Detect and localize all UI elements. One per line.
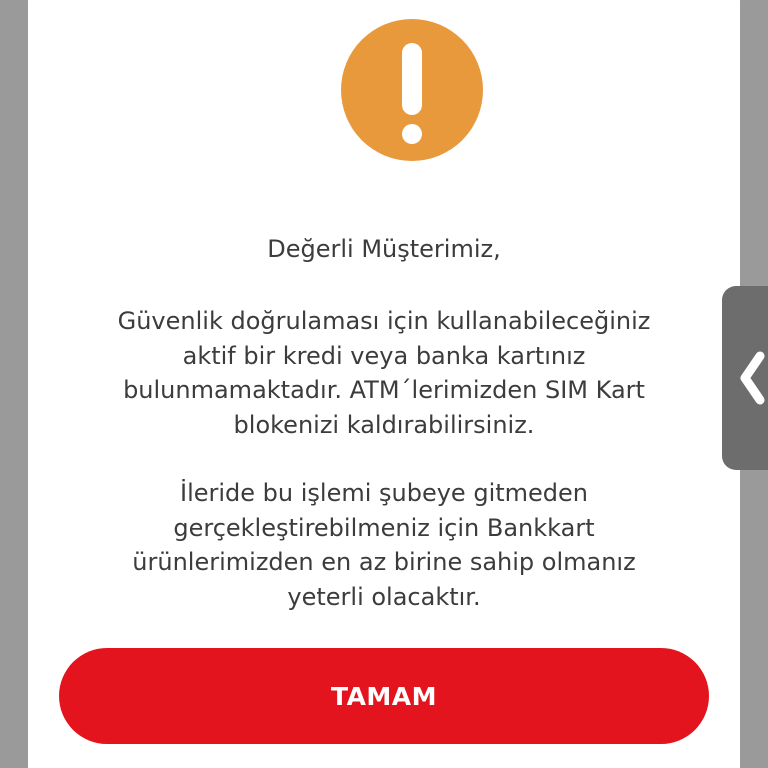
dialog-greeting: Değerli Müşterimiz, [267,235,501,263]
exclamation-dot [402,124,422,144]
paragraph-1-line: Güvenlik doğrulaması için kullanabileceğ… [117,307,651,335]
side-drawer-handle[interactable] [722,286,768,470]
dialog-paragraph-2: İleride bu işlemi şubeye gitmeden gerçek… [60,476,708,614]
dialog-paragraph-1: Güvenlik doğrulaması için kullanabileceğ… [60,304,708,442]
chevron-left-icon [740,351,765,405]
paragraph-1-line: aktif bir kredi veya banka kartınız [182,341,586,370]
paragraph-1-line: bulunmamaktadır. ATM´lerimizden SIM Kart [123,376,645,404]
paragraph-1-line: blokenizi kaldırabilirsiniz. [233,410,535,439]
paragraph-2-line: ürünlerimizden en az birine sahip olmanı… [132,548,636,576]
exclamation-icon [341,19,483,161]
screen: Değerli Müşterimiz, Güvenlik doğrulaması… [0,0,768,768]
exclamation-bar [402,43,422,115]
paragraph-2-line: İleride bu işlemi şubeye gitmeden [179,479,588,507]
paragraph-2-line: gerçekleştirebilmeniz için Bankkart [173,513,595,542]
paragraph-2-line: yeterli olacaktır. [287,582,481,611]
ok-button[interactable]: TAMAM [59,648,709,744]
